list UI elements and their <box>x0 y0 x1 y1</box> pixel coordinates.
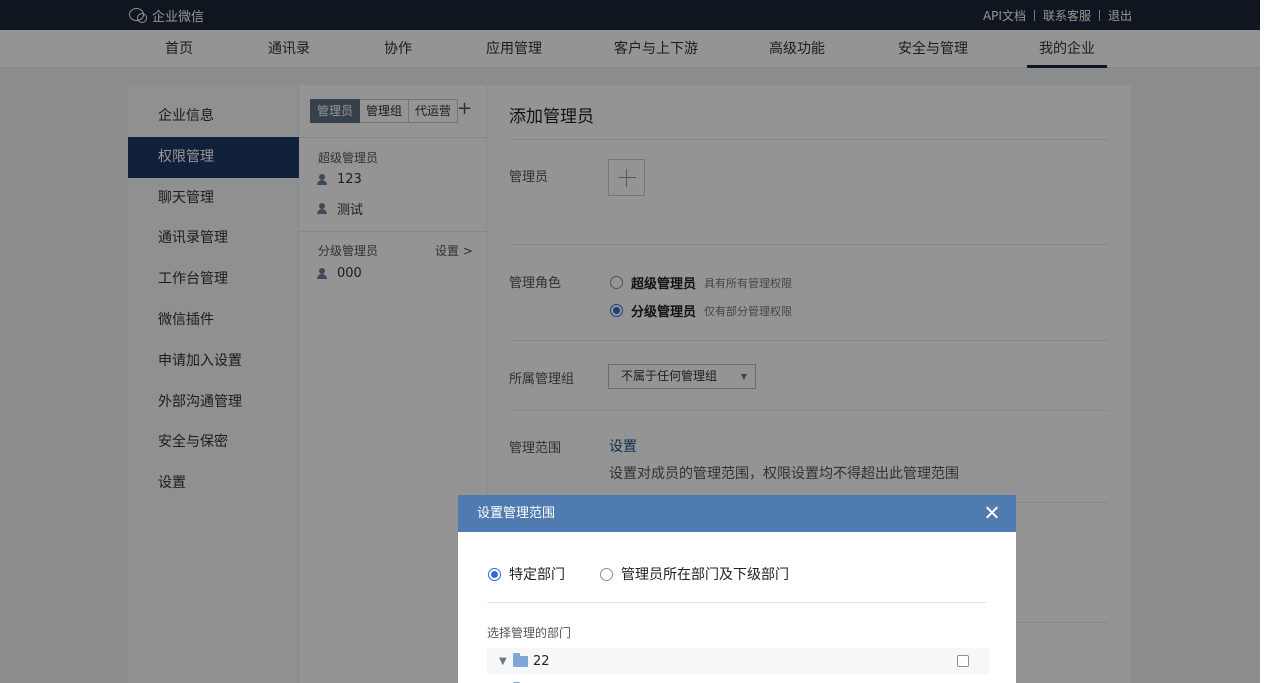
folder-icon <box>513 652 528 667</box>
option-label: 特定部门 <box>509 567 565 583</box>
dept-tree-row[interactable]: ▼ 22 <box>487 648 989 674</box>
scope-option-own-dept[interactable]: 管理员所在部门及下级部门 <box>600 564 789 584</box>
dept-section-label: 选择管理的部门 <box>487 626 572 640</box>
dept-name: 22 <box>533 653 550 669</box>
scope-dialog: 设置管理范围 特定部门 管理员所在部门及下级部门 选择管理的部门 ▼ 22 ▶ <box>458 495 1016 683</box>
page-gutter <box>1260 0 1280 683</box>
divider <box>487 602 987 603</box>
dept-tree-row[interactable]: ▶ <box>487 677 989 683</box>
dept-checkbox[interactable] <box>957 655 969 667</box>
radio-button[interactable] <box>488 567 501 581</box>
dialog-title: 设置管理范围 <box>477 506 556 521</box>
chevron-down-icon[interactable]: ▼ <box>499 656 513 667</box>
dialog-header: 设置管理范围 <box>458 495 1016 532</box>
close-icon[interactable] <box>983 504 1001 522</box>
option-label: 管理员所在部门及下级部门 <box>621 567 789 583</box>
scope-option-specific[interactable]: 特定部门 <box>488 564 565 584</box>
radio-button[interactable] <box>600 567 613 581</box>
